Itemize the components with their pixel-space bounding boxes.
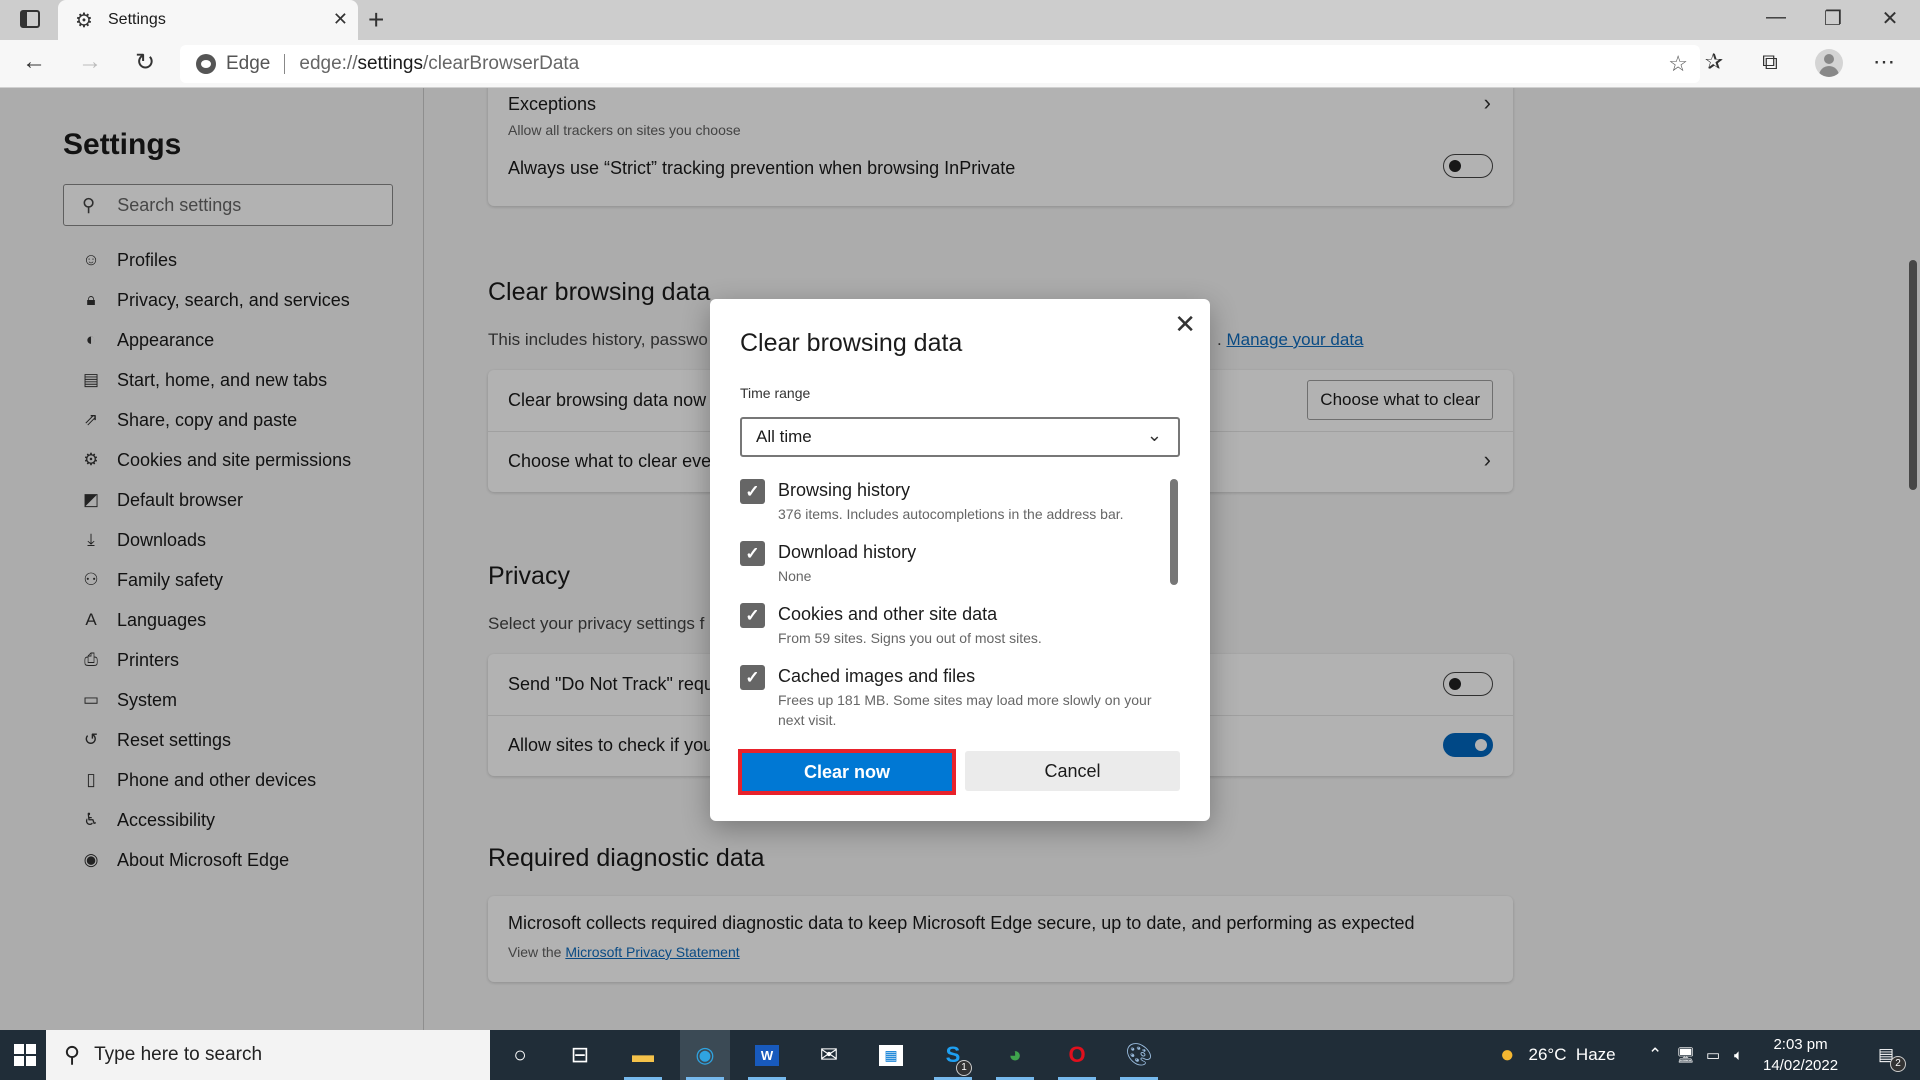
store-icon[interactable]: ▦ [866,1030,916,1080]
checkbox[interactable]: ✓ [740,541,765,566]
opera-icon[interactable]: O [1052,1030,1102,1080]
refresh-button[interactable]: ↻ [129,48,161,77]
folder-icon[interactable]: ▬ [618,1030,668,1080]
weather-widget[interactable]: ● 26°C Haze [1500,1030,1616,1080]
option-label: Cached images and files [778,666,976,686]
cancel-button[interactable]: Cancel [965,751,1180,791]
weather-icon: ● [1500,1041,1515,1068]
dialog-scrollbar[interactable] [1170,479,1178,585]
avatar[interactable] [1815,49,1843,77]
show-hidden-icons[interactable]: ⌃ [1648,1030,1662,1080]
back-button[interactable]: ← [18,48,50,76]
option-label: Browsing history [778,480,911,500]
close-icon[interactable]: ✕ [1174,309,1196,340]
tab-settings[interactable]: ⚙ Settings ✕ [58,0,358,40]
paint-icon[interactable]: 🎨︎ [1114,1030,1164,1080]
cortana-icon[interactable]: ○ [495,1030,545,1080]
option-hint: From 59 sites. Signs you out of most sit… [778,630,1042,646]
edge-icon[interactable]: ◉ [680,1030,730,1080]
collections-icon[interactable]: ⧉ [1755,49,1785,75]
clock[interactable]: 2:03 pm 14/02/2022 [1763,1034,1838,1076]
volume-icon[interactable]: 🔈︎ [1734,1030,1743,1080]
search-icon: ⚲ [64,1042,81,1067]
checkbox[interactable]: ✓ [740,479,765,504]
mail-icon[interactable]: ✉ [804,1030,854,1080]
close-tab-icon[interactable]: ✕ [333,9,348,30]
option-label: Download history [778,542,917,562]
forward-button[interactable]: → [74,48,106,76]
option-hint: Frees up 181 MB. Some sites may load mor… [778,692,1152,728]
windows-taskbar: ⚲ Type here to search ○ ⊟ ▬ ◉ W ✉ ▦ S1 ◕… [0,1030,1920,1080]
url-text[interactable]: edge://settings/clearBrowserData [299,53,579,75]
edge-logo-icon [196,54,216,74]
option-hint: None [778,568,812,584]
clock-date: 14/02/2022 [1763,1057,1839,1074]
address-brand: Edge [226,53,271,74]
minimize-button[interactable]: — [1756,6,1796,29]
tab-title: Settings [108,11,166,28]
ellipsis-icon[interactable]: ⋯ [1869,49,1899,75]
weather-text: 26°C Haze [1528,1045,1616,1064]
address-bar[interactable]: Edge edge://settings/clearBrowserData ☆ [180,45,1700,83]
address-separator [284,54,286,74]
notifications-icon[interactable]: ▤ 2 [1866,1030,1906,1080]
task-view-icon[interactable]: ⊟ [555,1030,605,1080]
tab-strip: ⚙ Settings ✕ + — ❐ ✕ [0,0,1920,40]
time-range-select[interactable]: All time ⌄ [740,417,1180,457]
clear-now-button[interactable]: Clear now [738,749,956,795]
clock-time: 2:03 pm [1773,1036,1828,1053]
gear-icon: ⚙ [75,9,93,32]
new-tab-button[interactable]: + [368,4,384,36]
skype-icon[interactable]: S1 [928,1030,978,1080]
browser-toolbar: ← → ↻ Edge edge://settings/clearBrowserD… [0,40,1920,88]
notifications-badge: 2 [1890,1056,1906,1072]
windows-start-icon[interactable] [14,1044,36,1066]
time-range-value: All time [756,427,812,446]
network-icon[interactable]: 🖥︎ [1676,1030,1695,1080]
checkbox[interactable]: ✓ [740,603,765,628]
option-hint: 376 items. Includes autocompletions in t… [778,506,1124,522]
option-label: Cookies and other site data [778,604,998,624]
tab-actions-icon[interactable] [20,10,40,28]
close-window-button[interactable]: ✕ [1870,6,1910,31]
star-plus-icon[interactable]: ☆ [1668,51,1688,77]
chevron-down-icon: ⌄ [1146,425,1162,445]
taskbar-search-placeholder: Type here to search [94,1044,263,1065]
taskbar-search-input[interactable]: ⚲ Type here to search [46,1030,490,1080]
restore-button[interactable]: ❐ [1813,6,1853,31]
word-icon[interactable]: W [742,1030,792,1080]
time-range-label: Time range [740,385,811,401]
favorites-icon[interactable]: ✰ [1699,49,1729,75]
battery-icon[interactable]: ▭ [1706,1030,1720,1080]
checkbox[interactable]: ✓ [740,665,765,690]
chrome-icon[interactable]: ◕ [990,1030,1040,1080]
clear-browsing-dialog: ✕ Clear browsing data Time range All tim… [710,299,1210,821]
dialog-title: Clear browsing data [740,329,963,357]
skype-badge: 1 [956,1060,972,1076]
